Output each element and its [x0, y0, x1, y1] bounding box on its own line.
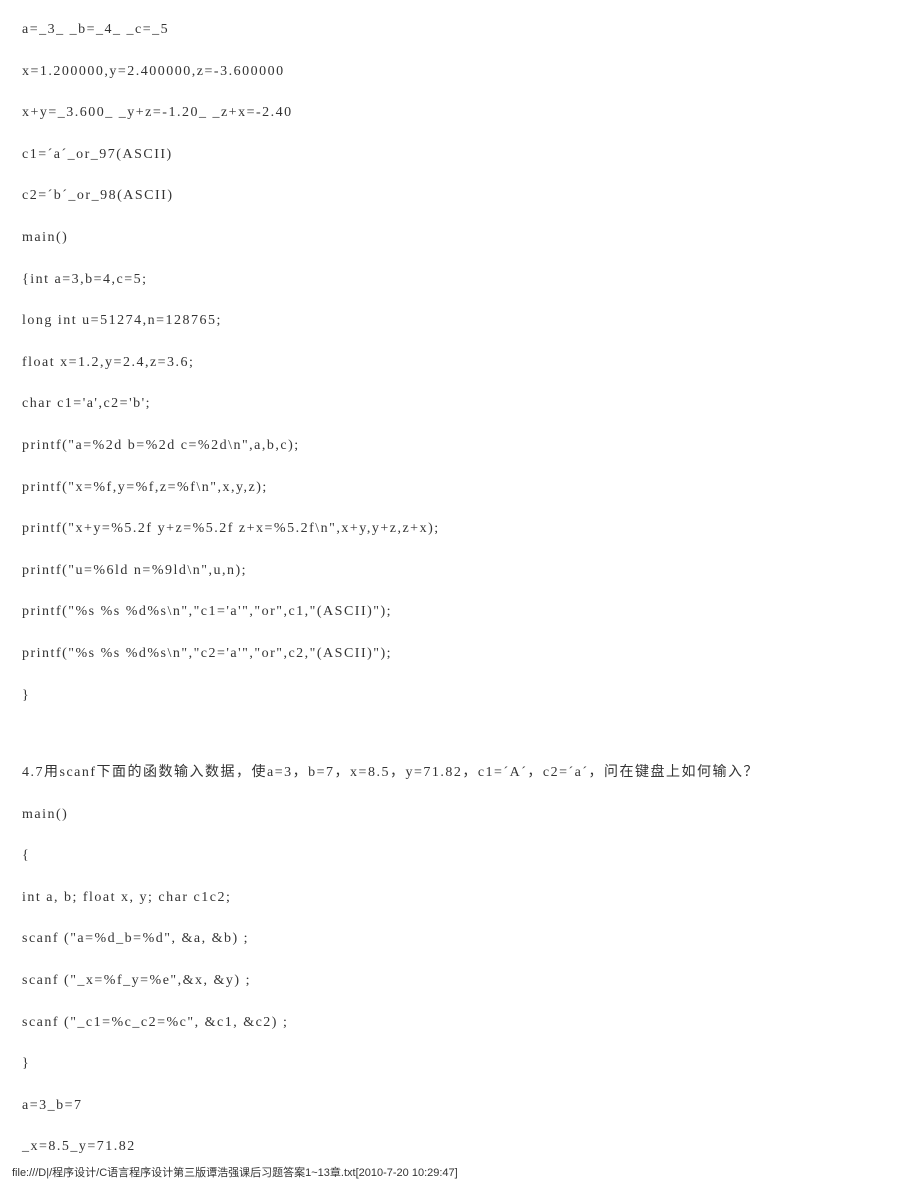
code-line: a=3_b=7 [22, 1096, 898, 1116]
blank-line [22, 727, 898, 763]
code-line: printf("a=%2d b=%2d c=%2d\n",a,b,c); [22, 436, 898, 456]
page-footer: file:///D|/程序设计/C语言程序设计第三版谭浩强课后习题答案1~13章… [12, 1166, 458, 1181]
code-line: } [22, 1054, 898, 1074]
code-line: c1=ˊaˊ_or_97(ASCII) [22, 145, 898, 165]
code-line: int a, b; float x, y; char c1c2; [22, 888, 898, 908]
code-line: printf("%s %s %d%s\n","c2='a'","or",c2,"… [22, 644, 898, 664]
code-line: { [22, 846, 898, 866]
code-line: scanf ("a=%d_b=%d", &a, &b) ; [22, 929, 898, 949]
code-line: long int u=51274,n=128765; [22, 311, 898, 331]
code-line: printf("%s %s %d%s\n","c1='a'","or",c1,"… [22, 602, 898, 622]
code-line: x=1.200000,y=2.400000,z=-3.600000 [22, 62, 898, 82]
question-text: 4.7用scanf下面的函数输入数据，使a=3，b=7，x=8.5，y=71.8… [22, 763, 898, 783]
code-line: scanf ("_c1=%c_c2=%c", &c1, &c2) ; [22, 1013, 898, 1033]
code-line: main() [22, 805, 898, 825]
code-line: {int a=3,b=4,c=5; [22, 270, 898, 290]
code-line: printf("x+y=%5.2f y+z=%5.2f z+x=%5.2f\n"… [22, 519, 898, 539]
code-line: } [22, 686, 898, 706]
code-line: printf("u=%6ld n=%9ld\n",u,n); [22, 561, 898, 581]
code-line: main() [22, 228, 898, 248]
code-line: c2=ˊbˊ_or_98(ASCII) [22, 186, 898, 206]
code-line: float x=1.2,y=2.4,z=3.6; [22, 353, 898, 373]
code-line: a=_3_ _b=_4_ _c=_5 [22, 20, 898, 40]
code-line: _x=8.5_y=71.82 [22, 1137, 898, 1157]
code-line: printf("x=%f,y=%f,z=%f\n",x,y,z); [22, 478, 898, 498]
code-line: scanf ("_x=%f_y=%e",&x, &y) ; [22, 971, 898, 991]
code-line: char c1='a',c2='b'; [22, 394, 898, 414]
code-line: x+y=_3.600_ _y+z=-1.20_ _z+x=-2.40 [22, 103, 898, 123]
